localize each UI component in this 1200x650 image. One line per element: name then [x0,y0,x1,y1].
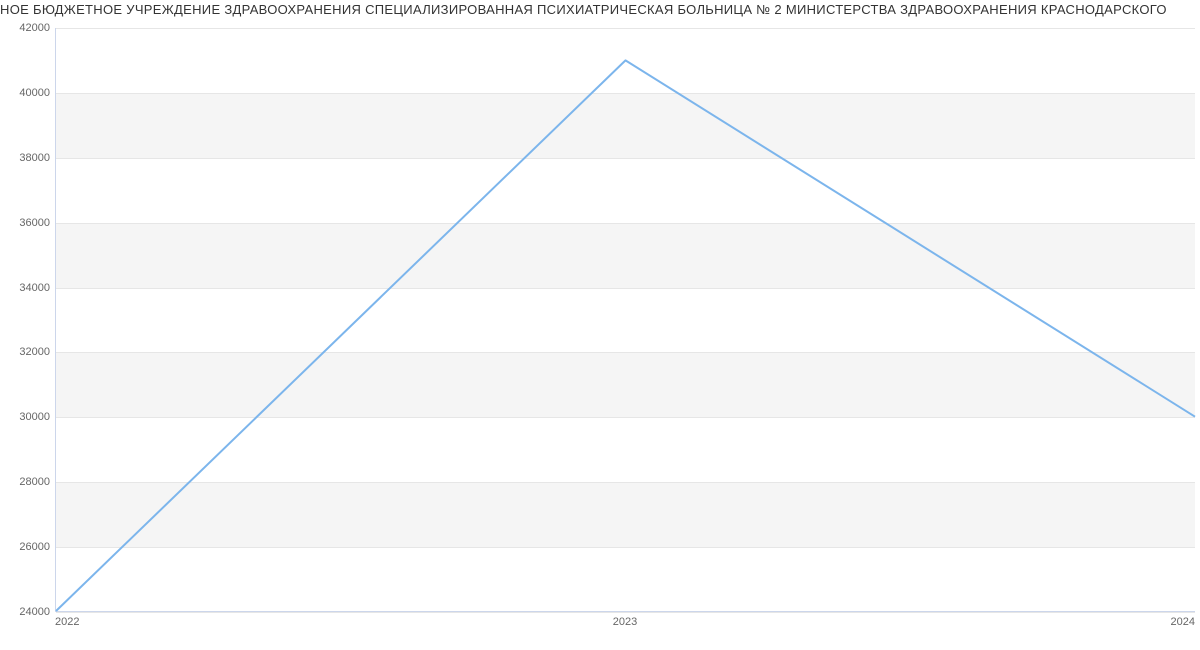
chart-title: НОЕ БЮДЖЕТНОЕ УЧРЕЖДЕНИЕ ЗДРАВООХРАНЕНИЯ… [0,2,1200,17]
y-tick-label: 26000 [5,541,50,553]
y-tick-label: 42000 [5,22,50,34]
y-tick-label: 40000 [5,87,50,99]
plot-area [55,28,1195,612]
y-tick-label: 36000 [5,217,50,229]
series-line [56,60,1195,611]
y-tick-label: 24000 [5,606,50,618]
x-tick-label: 2023 [613,616,637,628]
y-tick-label: 28000 [5,476,50,488]
gridline [56,612,1195,613]
y-tick-label: 38000 [5,152,50,164]
y-tick-label: 34000 [5,282,50,294]
x-tick-label: 2022 [55,616,79,628]
line-series-svg [56,28,1195,611]
y-tick-label: 30000 [5,411,50,423]
y-tick-label: 32000 [5,346,50,358]
chart-container: НОЕ БЮДЖЕТНОЕ УЧРЕЖДЕНИЕ ЗДРАВООХРАНЕНИЯ… [0,0,1200,650]
x-tick-label: 2024 [1171,616,1195,628]
